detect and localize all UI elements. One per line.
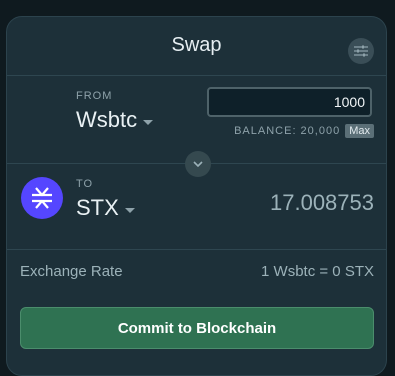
settings-button[interactable] [348, 38, 374, 64]
switch-direction-button[interactable] [185, 151, 211, 177]
from-token-name: Wsbtc [76, 107, 138, 132]
sliders-icon [354, 45, 368, 57]
to-token-name: STX [76, 195, 119, 220]
to-token-select[interactable]: STX [76, 195, 135, 221]
stacks-logo-icon [21, 177, 63, 219]
caret-down-icon [124, 207, 135, 213]
max-button[interactable]: Max [345, 124, 374, 138]
to-amount: 17.008753 [270, 190, 374, 215]
caret-down-icon [143, 119, 154, 125]
commit-button[interactable]: Commit to Blockchain [20, 307, 374, 349]
from-label: FROM [76, 90, 113, 102]
exchange-rate-row: Exchange Rate 1 Wsbtc = 0 STX [7, 249, 386, 293]
balance-text: BALANCE: 20,000 [234, 125, 341, 137]
swap-header: Swap [7, 17, 386, 76]
swap-card: Swap FROM Wsbtc BALANCE: 20,000 Max [6, 16, 387, 376]
chevron-down-icon [193, 161, 203, 167]
exchange-rate-label: Exchange Rate [20, 263, 123, 280]
balance-row: BALANCE: 20,000 Max [234, 124, 374, 138]
exchange-rate-value: 1 Wsbtc = 0 STX [261, 263, 374, 280]
to-label: TO [76, 178, 94, 190]
from-token-select[interactable]: Wsbtc [76, 107, 154, 133]
page-title: Swap [171, 34, 222, 56]
from-amount-input[interactable] [207, 87, 372, 117]
